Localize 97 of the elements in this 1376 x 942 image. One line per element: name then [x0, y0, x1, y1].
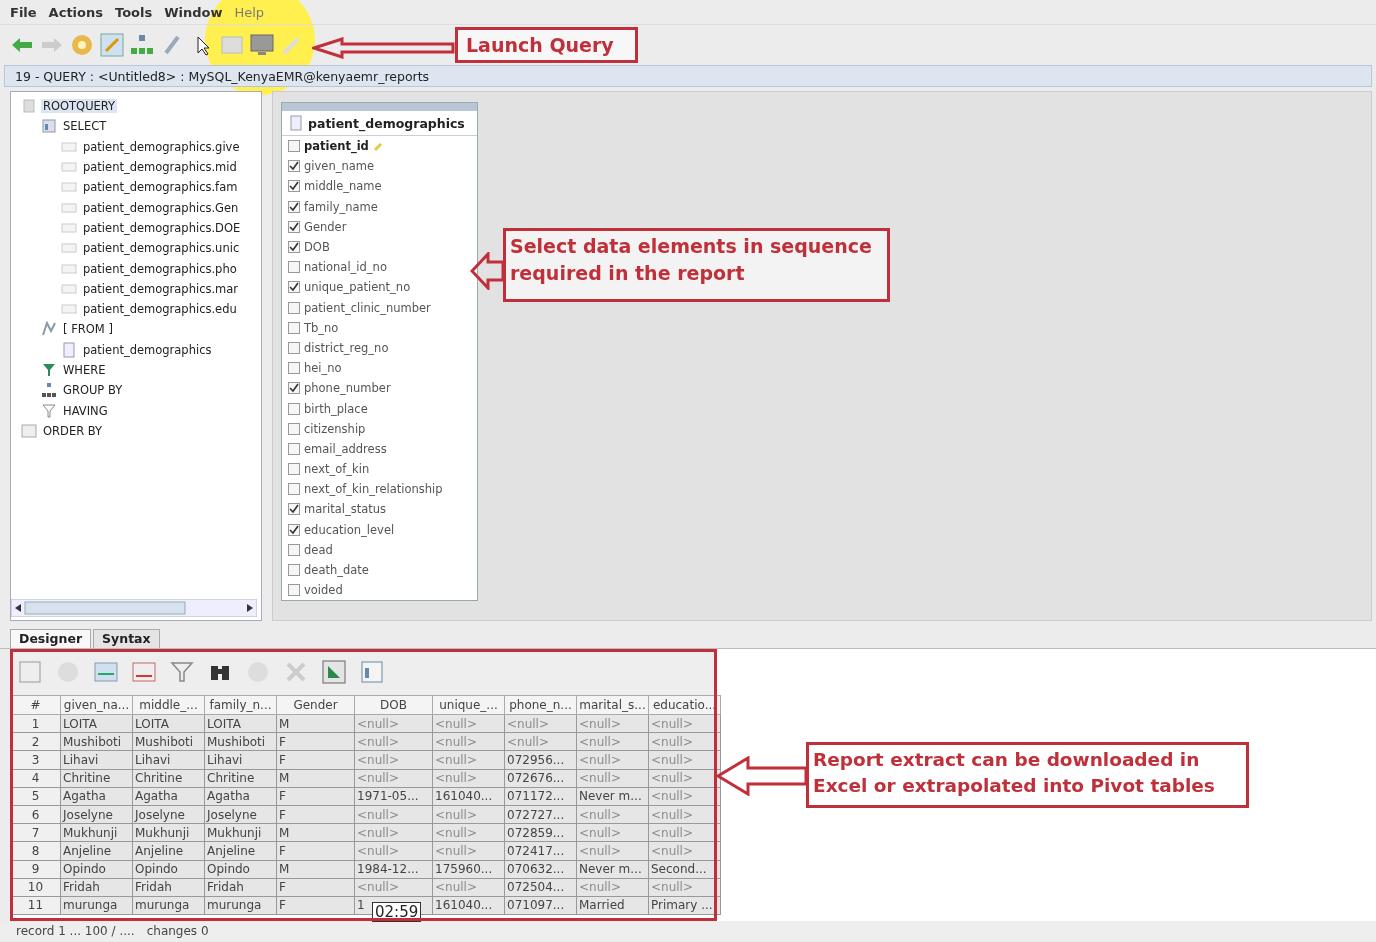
column-header[interactable]: DOB — [354, 695, 433, 715]
annotation-arrow — [470, 252, 504, 290]
checkbox[interactable] — [288, 442, 300, 455]
column-name: death_date — [304, 563, 369, 578]
window-icon[interactable] — [358, 658, 386, 686]
tab[interactable]: Syntax — [93, 629, 160, 648]
column-header[interactable]: phone_n... — [504, 695, 577, 715]
column-name: DOB — [304, 240, 330, 255]
tree-item[interactable]: patient_demographics.unic — [81, 241, 242, 256]
column-name: hei_no — [304, 361, 342, 376]
column-header[interactable]: given_na... — [60, 695, 133, 715]
checkbox[interactable] — [288, 402, 300, 415]
menu-item[interactable]: File — [6, 2, 41, 22]
document-edit-icon[interactable] — [98, 31, 126, 59]
column-name: middle_name — [304, 179, 382, 194]
checkbox[interactable] — [288, 503, 300, 516]
table-icon — [288, 115, 304, 131]
column-name: citizenship — [304, 421, 366, 436]
tree-item[interactable]: patient_demographics.DOE — [81, 220, 243, 235]
checkbox[interactable] — [288, 220, 300, 233]
checkbox[interactable] — [288, 200, 300, 213]
tab[interactable]: Designer — [10, 629, 92, 648]
checkbox[interactable] — [288, 180, 300, 193]
tree-item[interactable]: WHERE — [61, 363, 108, 377]
column-name: phone_number — [304, 381, 391, 396]
tree-item[interactable]: patient_demographics.edu — [81, 302, 239, 317]
column-name: voided — [304, 583, 343, 598]
document-icon — [21, 98, 37, 115]
checkbox[interactable] — [288, 160, 300, 173]
table-card[interactable] — [281, 102, 478, 602]
column-name: family_name — [304, 199, 378, 214]
column-header[interactable]: unique_... — [432, 695, 505, 715]
record-count: record 1 ... 100 / .... — [16, 924, 135, 940]
column-header[interactable]: Gender — [276, 695, 355, 715]
column-name: district_reg_no — [304, 340, 389, 355]
join-icon — [41, 321, 57, 338]
checkbox[interactable] — [288, 543, 300, 556]
checkbox[interactable] — [288, 584, 300, 597]
tree-item[interactable]: SELECT — [61, 119, 109, 134]
column-name: birth_place — [304, 401, 368, 416]
checkbox[interactable] — [288, 523, 300, 536]
column-header[interactable]: # — [10, 695, 61, 715]
checkbox[interactable] — [288, 261, 300, 274]
filter-icon — [41, 362, 57, 378]
tree-item[interactable]: patient_demographics.mar — [81, 281, 241, 296]
column-name: next_of_kin_relationship — [304, 482, 443, 497]
column-header[interactable]: marital_s... — [576, 695, 649, 715]
tree-item[interactable]: [ FROM ] — [61, 322, 115, 337]
checkbox[interactable] — [288, 422, 300, 435]
checkbox[interactable] — [288, 341, 300, 354]
column-header[interactable]: family_n... — [204, 695, 277, 715]
tree-item[interactable]: patient_demographics.fam — [81, 180, 240, 195]
column-name: patient_id — [304, 139, 369, 154]
tree-item[interactable]: patient_demographics.give — [81, 139, 242, 154]
tree-item[interactable]: HAVING — [61, 403, 110, 418]
column-name: education_level — [304, 522, 395, 537]
tree-item[interactable]: ORDER BY — [41, 423, 105, 438]
checkbox[interactable] — [288, 140, 300, 153]
checkbox[interactable] — [288, 301, 300, 314]
menu-item[interactable]: Actions — [44, 2, 107, 22]
column-header[interactable]: middle_... — [132, 695, 205, 715]
checkbox[interactable] — [288, 564, 300, 577]
query-title-bar: 19 - QUERY : <Untitled8> : MySQL_KenyaEMR@kenyaemr_reports — [4, 65, 1372, 87]
changes-count: changes 0 — [146, 924, 209, 940]
tree-item[interactable]: ROOTQUERY — [41, 99, 118, 114]
table-icon — [61, 341, 77, 358]
checkbox[interactable] — [288, 362, 300, 375]
column-name: Gender — [304, 219, 347, 234]
column-name: marital_status — [304, 502, 386, 517]
column-name: email_address — [304, 441, 387, 456]
checkbox[interactable] — [288, 281, 300, 294]
annotation-callout: Launch Query — [455, 27, 638, 63]
hierarchy-icon — [41, 382, 57, 399]
column-name: unique_patient_no — [304, 280, 411, 295]
tree-item[interactable]: patient_demographics.mid — [81, 160, 239, 175]
column-name: given_name — [304, 159, 375, 174]
column-name: next_of_kin — [304, 462, 370, 477]
tree-item[interactable]: patient_demographics — [81, 342, 214, 357]
tree-item[interactable]: patient_demographics.pho — [81, 261, 239, 276]
checkbox[interactable] — [288, 463, 300, 476]
annotation-callout: Select data elements in sequence required in the report — [503, 228, 890, 302]
checkbox[interactable] — [288, 321, 300, 334]
tree-item[interactable]: GROUP BY — [61, 383, 125, 398]
column-name: national_id_no — [304, 260, 387, 275]
checkbox[interactable] — [288, 241, 300, 254]
tree-item[interactable]: patient_demographics.Gen — [81, 200, 241, 215]
annotation-callout: Report extract can be downloaded in Excel or extrapolated into Pivot tables — [806, 742, 1249, 808]
column-name: Tb_no — [304, 320, 339, 335]
pivot-icon[interactable] — [320, 658, 348, 686]
menu-item[interactable]: Tools — [111, 2, 157, 22]
column-header[interactable]: educatio... — [648, 695, 721, 715]
column-name: dead — [304, 542, 333, 557]
table-name: patient_demographics — [308, 115, 465, 131]
checkbox[interactable] — [288, 483, 300, 496]
column-name: patient_clinic_number — [304, 300, 431, 315]
checkbox[interactable] — [288, 382, 300, 395]
filter-icon — [41, 402, 57, 419]
